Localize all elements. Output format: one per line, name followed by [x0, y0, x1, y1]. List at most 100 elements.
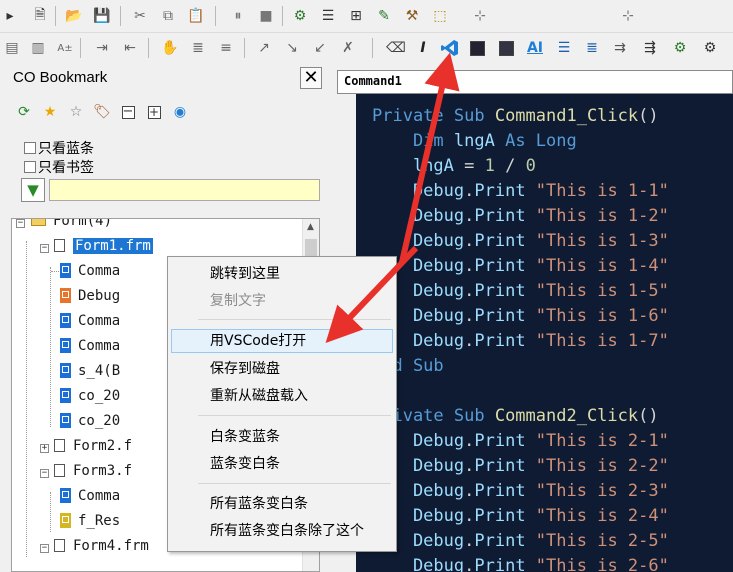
- save-icon[interactable]: 💾: [92, 6, 112, 26]
- tree-node-label: Form4.frm: [73, 538, 149, 554]
- format-align-icon[interactable]: ≣: [582, 38, 602, 58]
- menu-item-reload-from-disk[interactable]: 重新从磁盘载入: [171, 384, 393, 408]
- menu-item-white-to-blue[interactable]: 白条变蓝条: [171, 425, 393, 449]
- file-icon: [54, 464, 65, 477]
- star-filled-icon[interactable]: ★: [40, 102, 60, 122]
- checkbox-blue-only-label: 只看蓝条: [38, 141, 94, 157]
- new-file-icon[interactable]: 🗎: [30, 6, 50, 26]
- tree-node-folder[interactable]: − Form(4): [16, 219, 112, 231]
- copy-icon[interactable]: ⧉: [158, 6, 178, 26]
- next-bookmark-icon[interactable]: ↘: [282, 38, 302, 58]
- tree-node-bookmark[interactable]: Comma: [60, 336, 120, 356]
- pause-icon[interactable]: ⏸: [228, 6, 248, 26]
- code-line: Dim lngA As Long: [372, 131, 577, 151]
- editor-procedure-dropdown[interactable]: Command1: [337, 70, 733, 94]
- tree-node-label: Debug: [78, 288, 121, 304]
- comment-block-icon[interactable]: ≣: [188, 38, 208, 58]
- menu-item-jump-here[interactable]: 跳转到这里: [171, 262, 393, 286]
- wrap-icon[interactable]: ⇉: [610, 38, 630, 58]
- scroll-up-icon[interactable]: ▲: [307, 222, 314, 232]
- menu-item-all-blue-to-white-except-this[interactable]: 所有蓝条变白条除了这个: [171, 519, 393, 543]
- file-icon: [54, 439, 65, 452]
- code-line: Private Sub Command1_Click(): [372, 106, 659, 126]
- tree-node-bookmark[interactable]: f_Res: [60, 511, 120, 531]
- menu-item-open-in-vscode[interactable]: 用VSCode打开: [171, 329, 393, 353]
- star-outline-icon[interactable]: ☆: [66, 102, 86, 122]
- close-panel-button[interactable]: ✕: [300, 67, 322, 89]
- tree-node-bookmark[interactable]: Comma: [60, 311, 120, 331]
- list-properties-icon[interactable]: ▤: [2, 38, 22, 58]
- code-line: Debug.Print "This is 2-4": [372, 506, 669, 526]
- indent-icon[interactable]: ⇥: [92, 38, 112, 58]
- code-line: Debug.Print "This is 2-5": [372, 531, 669, 551]
- tree-node-file-selected[interactable]: − Form1.frm: [40, 236, 153, 256]
- tree-node-label: Form2.f: [73, 438, 133, 454]
- ai-icon[interactable]: AI: [525, 38, 545, 58]
- save-all-icon[interactable]: [496, 38, 516, 58]
- object-browser-icon[interactable]: ✎: [374, 6, 394, 26]
- menu-item-all-blue-to-white[interactable]: 所有蓝条变白条: [171, 492, 393, 516]
- menu-item-save-to-disk[interactable]: 保存到磁盘: [171, 357, 393, 381]
- locate-icon[interactable]: ◉: [170, 102, 190, 122]
- code-line: Private Sub Command2_Click(): [372, 406, 659, 426]
- code-editor[interactable]: Private Sub Command1_Click() Dim lngA As…: [356, 94, 733, 572]
- tree-node-bookmark[interactable]: Comma: [51, 261, 121, 281]
- filter-row: ▼: [21, 178, 320, 202]
- toolbox-icon[interactable]: ⚒: [402, 6, 422, 26]
- size-icon[interactable]: ⊹: [618, 6, 638, 26]
- panel-title: CO Bookmark: [13, 69, 108, 86]
- checkbox-blue-only[interactable]: 只看蓝条: [24, 138, 94, 158]
- cut-icon[interactable]: ✂: [130, 6, 150, 26]
- toolbar-separator: [282, 6, 283, 26]
- filter-icon[interactable]: ▼: [21, 178, 45, 202]
- outdent-icon[interactable]: ⇤: [120, 38, 140, 58]
- addin-icon[interactable]: ⚙: [670, 38, 690, 58]
- tree-node-file[interactable]: + Form2.f: [40, 436, 132, 456]
- code-line: Debug.Print "This is 2-6": [372, 556, 669, 572]
- list-constants-icon[interactable]: ▥: [28, 38, 48, 58]
- project-explorer-icon[interactable]: ⚙: [290, 6, 310, 26]
- tree-node-bookmark[interactable]: co_20: [60, 411, 120, 431]
- checkbox-bookmark-only[interactable]: 只看书签: [24, 157, 94, 177]
- data-view-icon[interactable]: ⬚: [430, 6, 450, 26]
- quick-info-icon[interactable]: A±: [55, 38, 75, 58]
- italic-icon[interactable]: I: [413, 38, 433, 58]
- tree-node-bookmark[interactable]: s_4(B: [60, 361, 120, 381]
- tag-icon[interactable]: 🏷: [92, 102, 112, 122]
- expand-all-icon[interactable]: +: [144, 102, 164, 122]
- menu-separator: [198, 415, 391, 416]
- tree-node-label: Comma: [78, 263, 121, 279]
- collapse-all-icon[interactable]: −: [118, 102, 138, 122]
- properties-icon[interactable]: ☰: [318, 6, 338, 26]
- form-layout-icon[interactable]: ⊞: [346, 6, 366, 26]
- save-module-icon[interactable]: [467, 38, 487, 58]
- tree-line: [50, 267, 51, 427]
- stop-icon[interactable]: ■: [256, 6, 276, 26]
- tree-node-file[interactable]: − Form3.f: [40, 461, 132, 481]
- refresh-icon[interactable]: ⟳: [14, 102, 34, 122]
- filter-input[interactable]: [49, 179, 320, 201]
- clear-bookmarks-icon[interactable]: ✗: [338, 38, 358, 58]
- tree-node-bookmark[interactable]: Debug: [60, 286, 120, 306]
- bookmark-blue-icon: [60, 413, 71, 428]
- paste-icon[interactable]: 📋: [186, 6, 206, 26]
- tree-node-label: Form3.f: [73, 463, 133, 479]
- settings-gear-icon[interactable]: ⚙: [700, 38, 720, 58]
- toggle-bookmark-icon[interactable]: ↗: [254, 38, 274, 58]
- menu-item-blue-to-white[interactable]: 蓝条变白条: [171, 452, 393, 476]
- run-icon[interactable]: ▸: [0, 6, 20, 26]
- breakpoint-icon[interactable]: ✋: [160, 38, 180, 58]
- tree-node-label: co_20: [78, 388, 121, 404]
- eraser-icon[interactable]: ⌫: [386, 38, 406, 58]
- indent-code-icon[interactable]: ⇶: [640, 38, 660, 58]
- uncomment-block-icon[interactable]: ≡: [216, 38, 236, 58]
- tree-node-bookmark[interactable]: Comma: [60, 486, 120, 506]
- previous-bookmark-icon[interactable]: ↙: [310, 38, 330, 58]
- tree-node-file[interactable]: − Form4.frm: [40, 536, 149, 556]
- position-icon[interactable]: ⊹: [470, 6, 490, 26]
- format-list-icon[interactable]: ☰: [554, 38, 574, 58]
- bookmark-yellow-icon: [60, 513, 71, 528]
- open-folder-icon[interactable]: 📂: [64, 6, 84, 26]
- tree-node-bookmark[interactable]: co_20: [60, 386, 120, 406]
- vscode-icon[interactable]: [440, 38, 460, 58]
